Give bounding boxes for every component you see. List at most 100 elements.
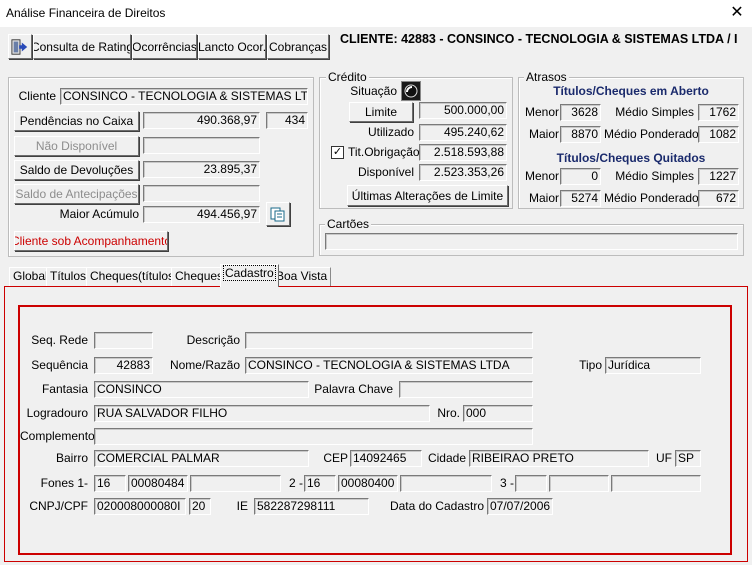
tab-titulos[interactable]: Títulos bbox=[46, 267, 91, 286]
palavra-chave-label: Palavra Chave bbox=[314, 382, 393, 396]
complemento-field[interactable] bbox=[94, 428, 533, 445]
disponivel-value: 2.523.353,26 bbox=[419, 164, 507, 181]
data-cadastro-label: Data do Cadastro bbox=[389, 499, 484, 513]
logradouro-label: Logradouro bbox=[26, 406, 88, 420]
cartoes-field[interactable] bbox=[325, 233, 738, 250]
aberto-menor-label: Menor bbox=[525, 105, 560, 119]
fone1-number-field[interactable]: 00080484 bbox=[128, 475, 188, 492]
cartoes-caption: Cartões bbox=[325, 217, 372, 231]
pendencias-count: 434 bbox=[266, 112, 308, 129]
situacao-indicator bbox=[401, 81, 421, 101]
aberto-medio-simples-label: Médio Simples bbox=[615, 105, 694, 119]
fone3-extra-field[interactable] bbox=[611, 475, 701, 492]
acumulo-detail-button[interactable] bbox=[266, 202, 290, 226]
nao-disponivel-button[interactable]: Não Disponível bbox=[14, 136, 139, 156]
quitados-title: Títulos/Cheques Quitados bbox=[556, 151, 706, 165]
nro-field[interactable]: 000 bbox=[463, 405, 533, 422]
cliente-field[interactable]: CONSINCO - TECNOLOGIA & SISTEMAS LTDA bbox=[60, 88, 308, 105]
cnpj-dv-field[interactable]: 20 bbox=[189, 498, 211, 515]
nome-razao-field[interactable]: CONSINCO - TECNOLOGIA & SISTEMAS LTDA bbox=[245, 357, 533, 374]
window-title: Análise Financeira de Direitos bbox=[6, 6, 166, 20]
utilizado-label: Utilizado bbox=[367, 125, 414, 139]
data-cadastro-field[interactable]: 07/07/2006 bbox=[487, 498, 553, 515]
nome-razao-label: Nome/Razão bbox=[169, 358, 240, 372]
utilizado-value: 495.240,62 bbox=[419, 124, 507, 141]
bairro-label: Bairro bbox=[55, 451, 88, 465]
quitados-maior-value: 5274 bbox=[560, 190, 601, 207]
tit-obrigacao-value: 2.518.593,88 bbox=[419, 144, 507, 161]
complemento-label: Complemento bbox=[20, 429, 95, 443]
tipo-field[interactable]: Jurídica bbox=[605, 357, 701, 374]
descricao-label: Descrição bbox=[186, 333, 240, 347]
uf-field[interactable]: SP bbox=[675, 450, 701, 467]
ie-field[interactable]: 582287298111 bbox=[254, 498, 369, 515]
exit-door-icon bbox=[11, 38, 28, 55]
tab-cheques-titulos[interactable]: Cheques(títulos) bbox=[86, 267, 183, 286]
pendencias-value: 490.368,97 bbox=[143, 112, 260, 129]
tit-obrigacao-label: Tit.Obrigação bbox=[348, 145, 420, 159]
quitados-maior-label: Maior bbox=[529, 191, 560, 205]
saldo-devolucoes-button[interactable]: Saldo de Devoluções bbox=[14, 160, 139, 180]
limite-button[interactable]: Limite bbox=[349, 102, 413, 122]
quitados-menor-value: 0 bbox=[560, 168, 601, 185]
pendencias-caixa-button[interactable]: Pendências no Caixa bbox=[14, 111, 139, 131]
limite-value: 500.000,00 bbox=[419, 102, 507, 119]
quitados-menor-label: Menor bbox=[525, 169, 560, 183]
fone1-extra-field[interactable] bbox=[190, 475, 281, 492]
aberto-medio-ponderado-label: Médio Ponderado bbox=[604, 127, 699, 141]
credito-caption: Crédito bbox=[326, 70, 369, 84]
lancto-ocor-button[interactable]: Lancto Ocor. bbox=[198, 34, 266, 59]
aberto-maior-label: Maior bbox=[529, 127, 560, 141]
tit-obrigacao-checkbox[interactable]: ✓ bbox=[331, 146, 344, 159]
tab-cadastro-label: Cadastro bbox=[223, 265, 276, 281]
fone2-number-field[interactable]: 00080400 bbox=[338, 475, 398, 492]
fone3-number-field[interactable] bbox=[549, 475, 609, 492]
fone2-extra-field[interactable] bbox=[400, 475, 492, 492]
ie-label: IE bbox=[236, 499, 248, 513]
fone2-ddd-field[interactable]: 16 bbox=[304, 475, 336, 492]
palavra-chave-field[interactable] bbox=[399, 381, 533, 398]
cliente-label: Cliente bbox=[18, 89, 56, 103]
cep-label: CEP bbox=[323, 451, 348, 465]
tab-cadastro[interactable]: Cadastro bbox=[220, 264, 279, 287]
aberto-title: Títulos/Cheques em Aberto bbox=[553, 84, 709, 98]
fone3-ddd-field[interactable] bbox=[515, 475, 547, 492]
seq-rede-label: Seq. Rede bbox=[31, 333, 88, 347]
close-icon[interactable]: ✕ bbox=[728, 3, 746, 23]
nao-disponivel-value bbox=[143, 137, 260, 154]
cidade-field[interactable]: RIBEIRAO PRETO bbox=[469, 450, 649, 467]
nro-label: Nro. bbox=[437, 406, 460, 420]
situacao-label: Situação bbox=[350, 84, 397, 98]
quitados-medio-simples-label: Médio Simples bbox=[615, 169, 694, 183]
aberto-medio-simples-value: 1762 bbox=[698, 104, 739, 121]
seq-rede-field[interactable] bbox=[94, 332, 153, 349]
copy-document-icon bbox=[270, 207, 285, 222]
quitados-medio-simples-value: 1227 bbox=[698, 168, 739, 185]
aberto-menor-value: 3628 bbox=[560, 104, 601, 121]
fone1-ddd-field[interactable]: 16 bbox=[94, 475, 126, 492]
cliente-header: CLIENTE: 42883 - CONSINCO - TECNOLOGIA &… bbox=[340, 32, 738, 46]
tab-boa-vista[interactable]: Boa Vista bbox=[272, 267, 332, 286]
logradouro-field[interactable]: RUA SALVADOR FILHO bbox=[94, 405, 430, 422]
descricao-field[interactable] bbox=[245, 332, 533, 349]
tab-cheques[interactable]: Cheques bbox=[171, 267, 228, 286]
cnpj-label: CNPJ/CPF bbox=[29, 499, 88, 513]
bairro-field[interactable]: COMERCIAL PALMAR bbox=[94, 450, 309, 467]
aberto-maior-value: 8870 bbox=[560, 126, 601, 143]
cnpj-field[interactable]: 020008000080I bbox=[94, 498, 186, 515]
fantasia-field[interactable]: CONSINCO bbox=[94, 381, 309, 398]
sequencia-field[interactable]: 42883 bbox=[94, 357, 153, 374]
saldo-antecipacoes-button[interactable]: Saldo de Antecipações bbox=[14, 184, 139, 204]
cidade-label: Cidade bbox=[427, 451, 466, 465]
cliente-acompanhamento-button[interactable]: Cliente sob Acompanhamento bbox=[14, 231, 168, 251]
consulta-rating-button[interactable]: Consulta de Rating bbox=[33, 34, 131, 59]
cobrancas-button[interactable]: Cobranças bbox=[267, 34, 329, 59]
atrasos-caption: Atrasos bbox=[524, 70, 569, 84]
exit-button[interactable] bbox=[8, 34, 32, 59]
ultimas-alteracoes-button[interactable]: Últimas Alterações de Limite bbox=[347, 185, 508, 206]
status-light-icon bbox=[404, 84, 418, 98]
ocorrencias-button[interactable]: Ocorrências bbox=[132, 34, 197, 59]
cep-field[interactable]: 14092465 bbox=[350, 450, 422, 467]
saldo-antecipacoes-value bbox=[143, 185, 260, 202]
sequencia-label: Sequência bbox=[31, 358, 88, 372]
